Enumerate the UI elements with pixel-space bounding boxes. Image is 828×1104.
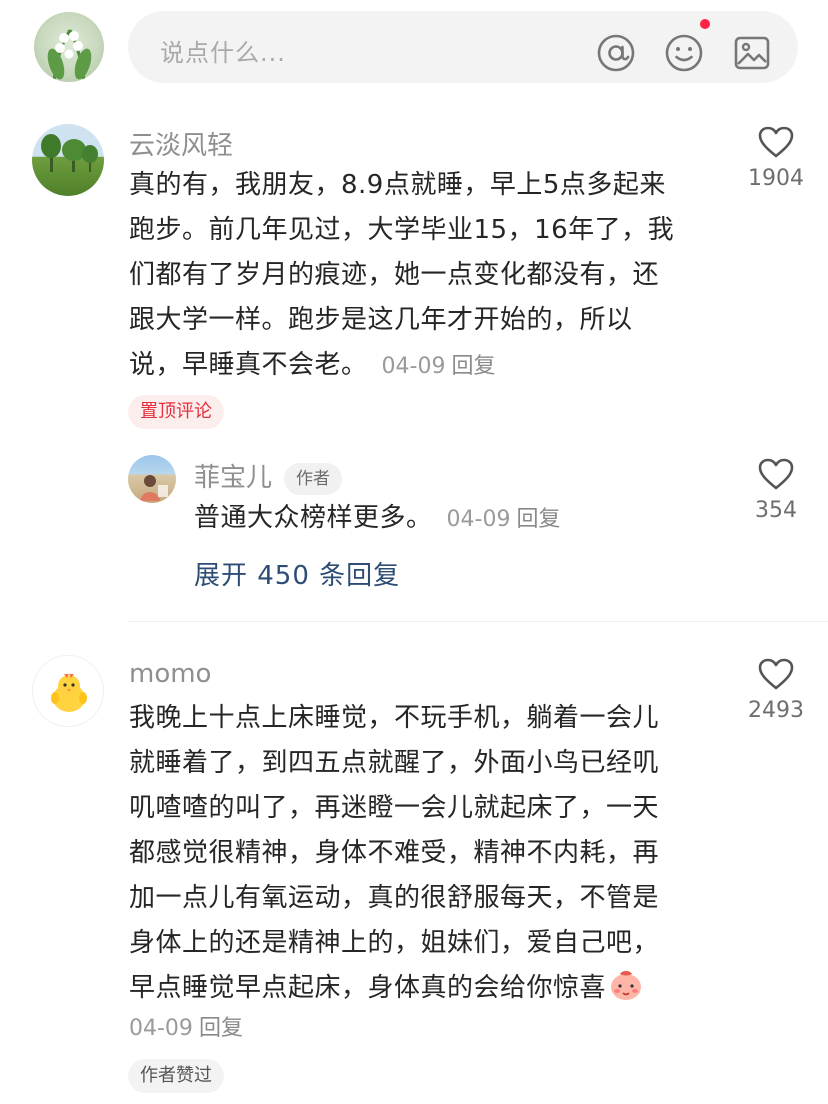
comment-line: 就睡着了，到四五点就醒了，外面小鸟已经叽 xyxy=(129,748,660,778)
like-button[interactable]: 354 xyxy=(736,458,816,523)
comment-line: 跑步。前几年见过，大学毕业15，16年了，我 xyxy=(129,215,675,245)
input-placeholder: 说点什么... xyxy=(160,39,286,67)
reply-text: 普通大众榜样更多。 xyxy=(194,503,433,533)
landscape-image xyxy=(41,134,98,172)
comment-line: 说，早睡真不会老。 xyxy=(129,350,368,380)
heart-icon xyxy=(758,458,794,490)
comment-divider xyxy=(128,621,828,622)
reply-button[interactable]: 回复 xyxy=(516,507,560,532)
comment-line-last: 说，早睡真不会老。 04-09 回复 xyxy=(129,343,729,389)
author-badge: 作者 xyxy=(284,462,343,495)
comment-line: 跟大学一样。跑步是这几年才开始的，所以 xyxy=(129,305,633,335)
comment-input[interactable]: 说点什么... xyxy=(128,11,798,83)
lily-of-the-valley-image xyxy=(47,29,92,81)
like-count: 2493 xyxy=(748,698,804,723)
commenter-avatar[interactable] xyxy=(32,655,104,727)
heart-icon xyxy=(758,126,794,158)
comment-input-bar: 说点什么... xyxy=(0,0,828,96)
replier-avatar[interactable] xyxy=(128,455,176,503)
comment-line: 都感觉很精神，身体不难受，精神不内耗，再 xyxy=(129,838,660,868)
image-icon[interactable] xyxy=(732,33,772,73)
comment-line: 身体上的还是精神上的，姐妹们，爱自己吧， xyxy=(129,928,660,958)
commenter-name[interactable]: momo xyxy=(129,659,211,689)
comment-date: 04-09 xyxy=(381,354,446,379)
commenter-avatar[interactable] xyxy=(32,124,104,196)
like-button[interactable]: 2493 xyxy=(736,658,816,723)
commenter-name[interactable]: 云淡风轻 xyxy=(129,125,233,162)
blushing-emoji-icon xyxy=(611,971,642,1000)
comment-line: 叽喳喳的叫了，再迷瞪一会儿就起床了，一天 xyxy=(129,793,660,823)
author-liked-badge: 作者赞过 xyxy=(128,1059,224,1093)
comment-line: 我晚上十点上床睡觉，不玩手机，躺着一会儿 xyxy=(129,703,660,733)
comment-text: 真的有，我朋友，8.9点就睡，早上5点多起来 跑步。前几年见过，大学毕业15，1… xyxy=(129,163,729,389)
reply-button[interactable]: 回复 xyxy=(199,1016,243,1041)
comment-line: 们都有了岁月的痕迹，她一点变化都没有，还 xyxy=(129,260,660,290)
like-button[interactable]: 1904 xyxy=(736,126,816,191)
reply-date: 04-09 xyxy=(446,507,511,532)
at-icon[interactable] xyxy=(596,33,636,73)
comment-meta-row: 04-09 回复 xyxy=(129,1005,243,1051)
pinned-comment-badge: 置顶评论 xyxy=(128,395,224,429)
current-user-avatar[interactable] xyxy=(34,12,104,82)
comment-line: 真的有，我朋友，8.9点就睡，早上5点多起来 xyxy=(129,170,666,200)
notification-dot xyxy=(700,19,710,29)
comment-text: 我晚上十点上床睡觉，不玩手机，躺着一会儿 就睡着了，到四五点就醒了，外面小鸟已经… xyxy=(129,696,729,1011)
replier-name[interactable]: 菲宝儿 xyxy=(194,463,272,493)
emoji-icon[interactable] xyxy=(664,33,704,73)
comment-date: 04-09 xyxy=(129,1016,193,1041)
replier-name-row: 菲宝儿 作者 xyxy=(194,457,343,495)
expand-replies-link[interactable]: 展开 450 条回复 xyxy=(194,555,400,592)
comment-line: 早点睡觉早点起床，身体真的会给你惊喜 xyxy=(129,973,607,1003)
heart-icon xyxy=(758,658,794,690)
like-count: 354 xyxy=(755,498,797,523)
chick-avatar-image xyxy=(51,673,87,712)
person-photo-image xyxy=(140,475,168,501)
like-count: 1904 xyxy=(748,166,804,191)
comment-line: 加一点儿有氧运动，真的很舒服每天，不管是 xyxy=(129,883,660,913)
reply-text-row: 普通大众榜样更多。 04-09 回复 xyxy=(194,496,714,542)
reply-button[interactable]: 回复 xyxy=(451,354,495,379)
